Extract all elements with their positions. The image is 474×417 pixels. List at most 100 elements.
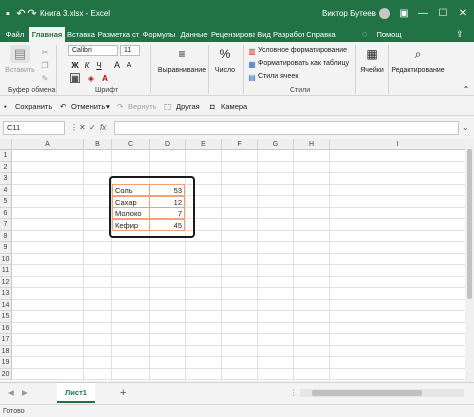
minimize-button[interactable]: — [412, 0, 434, 27]
row-header-9[interactable]: 9 [0, 242, 12, 254]
tab-split-handle[interactable]: ⋮ [290, 383, 298, 403]
tab-help[interactable]: Справка [305, 27, 337, 42]
row-header-2[interactable]: 2 [0, 161, 12, 173]
worksheet-grid[interactable]: A B C D E F G H I 1 2 3 4 5 6 7 8 9 10 11 12 13 14 15 16 17 18 19 20… [0, 139, 465, 381]
separator [388, 45, 389, 94]
tab-developer[interactable]: Разработчи [273, 27, 304, 42]
formula-menu-icon[interactable]: ⋮ [70, 121, 78, 135]
cut-icon[interactable]: ✂ [40, 47, 50, 57]
tab-formulas[interactable]: Формулы [141, 27, 177, 42]
italic-button[interactable]: К [82, 60, 92, 70]
column-header-i[interactable]: I [330, 139, 465, 150]
row-header-17[interactable]: 17 [0, 334, 12, 346]
maximize-button[interactable]: ☐ [432, 0, 454, 27]
row-header-15[interactable]: 15 [0, 311, 12, 323]
underline-button[interactable]: Ч [94, 60, 104, 70]
row-header-12[interactable]: 12 [0, 276, 12, 288]
user-avatar[interactable] [379, 8, 390, 19]
column-header-g[interactable]: G [258, 139, 294, 150]
borders-icon[interactable]: ▦ [70, 73, 80, 83]
close-button[interactable]: ✕ [452, 0, 474, 27]
qat-undo-button[interactable]: Отменить [71, 97, 105, 116]
tab-page-layout[interactable]: Разметка ст [97, 27, 140, 42]
prev-sheet-icon[interactable]: ◀ [8, 383, 14, 403]
row-header-18[interactable]: 18 [0, 345, 12, 357]
gridline [12, 172, 465, 173]
save-icon[interactable]: ▪ [2, 0, 14, 27]
next-sheet-icon[interactable]: ▶ [22, 383, 28, 403]
cancel-formula-button[interactable]: ✕ [79, 121, 86, 135]
user-name[interactable]: Виктор Бутеев [322, 0, 376, 27]
alignment-button[interactable]: ≡ Выравнивание [156, 45, 208, 74]
cell-styles-button[interactable]: Стили ячеек [258, 73, 298, 80]
copy-icon[interactable]: ❐ [40, 60, 50, 70]
column-header-b[interactable]: B [84, 139, 112, 150]
font-name-select[interactable]: Calibri [68, 45, 118, 56]
grow-font-button[interactable]: A [112, 60, 122, 70]
lightbulb-icon[interactable]: ◌ [362, 27, 367, 42]
row-header-13[interactable]: 13 [0, 288, 12, 300]
row-header-5[interactable]: 5 [0, 196, 12, 208]
vertical-scroll-thumb[interactable] [467, 149, 472, 299]
row-header-11[interactable]: 11 [0, 265, 12, 277]
column-header-d[interactable]: D [150, 139, 186, 150]
column-header-a[interactable]: A [12, 139, 84, 150]
cells-button[interactable]: ▦ Ячейки [358, 45, 386, 74]
horizontal-scroll-thumb[interactable] [312, 390, 422, 396]
select-all-corner[interactable] [0, 139, 12, 150]
row-header-4[interactable]: 4 [0, 184, 12, 196]
row-header-16[interactable]: 16 [0, 322, 12, 334]
tab-file[interactable]: Файл [2, 27, 28, 42]
row-header-19[interactable]: 19 [0, 357, 12, 369]
shrink-font-button[interactable]: A [124, 60, 134, 70]
qat-redo-button[interactable]: Вернуть [128, 97, 157, 116]
row-header-20[interactable]: 20 [0, 368, 12, 380]
tab-view[interactable]: Вид [256, 27, 272, 42]
qat-save-button[interactable]: Сохранить [15, 97, 52, 116]
sheet-tab-list1[interactable]: Лист1 [57, 383, 95, 403]
name-box[interactable]: C11 [3, 121, 65, 135]
collapse-ribbon-icon[interactable]: ⌃ [461, 84, 471, 94]
row-header-14[interactable]: 14 [0, 299, 12, 311]
tab-insert[interactable]: Вставка [66, 27, 96, 42]
tell-me-search[interactable]: Помощ [374, 27, 404, 42]
row-header-8[interactable]: 8 [0, 230, 12, 242]
vertical-scrollbar[interactable] [465, 139, 474, 381]
column-header-h[interactable]: H [294, 139, 330, 150]
row-header-10[interactable]: 10 [0, 253, 12, 265]
qat-camera-icon: ◘ [210, 102, 215, 111]
undo-icon[interactable]: ↶ [15, 0, 27, 27]
column-header-c[interactable]: C [112, 139, 150, 150]
column-header-f[interactable]: F [222, 139, 258, 150]
row-header-3[interactable]: 3 [0, 173, 12, 185]
format-painter-icon[interactable]: ✎ [40, 73, 50, 83]
column-header-e[interactable]: E [186, 139, 222, 150]
conditional-formatting-button[interactable]: Условное форматирование [258, 47, 347, 54]
qat-camera-button[interactable]: Камера [221, 97, 247, 116]
tab-review[interactable]: Рецензирова [211, 27, 255, 42]
qat-other-button[interactable]: Другая [176, 97, 200, 116]
qat-undo-dropdown[interactable]: ▾ [106, 97, 110, 116]
insert-function-button[interactable]: fx [100, 121, 106, 135]
row-header-6[interactable]: 6 [0, 207, 12, 219]
share-icon[interactable]: ⇪ [456, 27, 464, 42]
formula-bar: C11 ⋮ ✕ ✓ fx ⌄ [0, 118, 474, 138]
tab-data[interactable]: Данные [178, 27, 210, 42]
font-color-icon[interactable]: A [100, 73, 110, 83]
tab-home[interactable]: Главная [29, 27, 65, 42]
expand-formula-icon[interactable]: ⌄ [462, 121, 469, 135]
paste-button[interactable]: ▤ Вставить [4, 45, 36, 74]
number-format-button[interactable]: % Число [212, 45, 238, 74]
redo-icon[interactable]: ↷ [27, 0, 37, 27]
fill-color-icon[interactable]: ◈ [86, 73, 96, 83]
add-sheet-button[interactable]: + [120, 383, 126, 403]
font-size-select[interactable]: 11 [120, 45, 140, 56]
bold-button[interactable]: Ж [70, 60, 80, 70]
format-as-table-button[interactable]: Форматировать как таблицу [258, 60, 349, 67]
enter-formula-button[interactable]: ✓ [89, 121, 96, 135]
row-header-7[interactable]: 7 [0, 219, 12, 231]
horizontal-scrollbar[interactable] [300, 389, 464, 397]
row-header-1[interactable]: 1 [0, 150, 12, 162]
formula-input[interactable] [114, 121, 459, 135]
editing-button[interactable]: ⌕ Редактирование [391, 45, 445, 75]
